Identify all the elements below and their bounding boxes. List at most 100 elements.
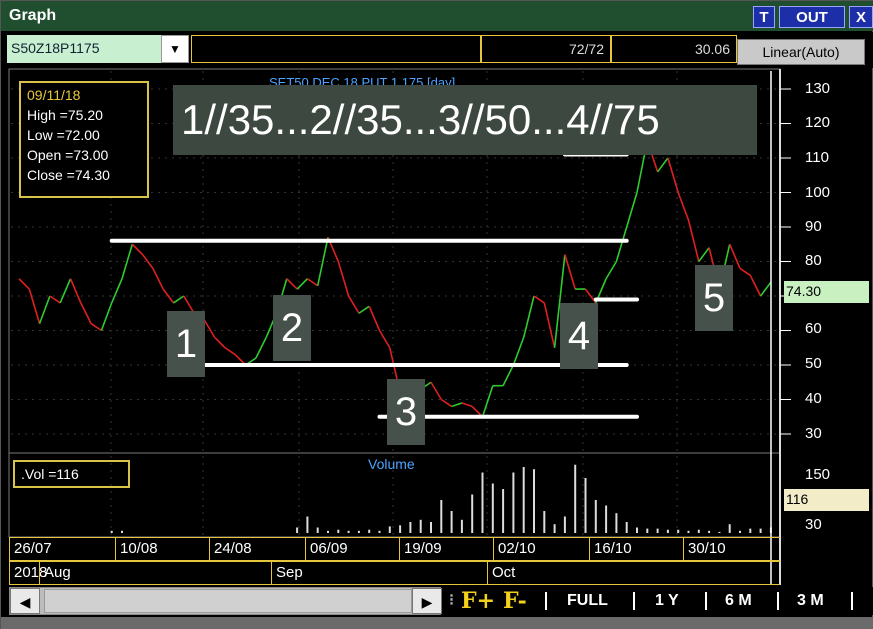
month-label: Oct — [487, 562, 707, 584]
price-segment — [90, 322, 102, 332]
price-segment — [100, 302, 113, 331]
price-segment — [69, 278, 82, 304]
price-segment — [358, 305, 370, 314]
price-segment — [543, 302, 556, 348]
price-segment — [28, 288, 41, 324]
info-low: Low =72.00 — [27, 127, 100, 143]
price-segment — [296, 278, 308, 290]
price-segment — [131, 243, 144, 256]
price-segment — [378, 330, 391, 349]
price-segment — [337, 261, 350, 297]
y-tick: 30 — [805, 516, 822, 533]
six-month-button[interactable]: 6 M — [725, 589, 752, 613]
scroll-left-button[interactable]: ◀ — [10, 588, 40, 614]
price-segment — [461, 402, 473, 408]
price-segment — [677, 192, 690, 221]
price-segment — [533, 295, 545, 304]
info-high: High =75.20 — [27, 107, 103, 123]
price-segment — [522, 295, 535, 338]
price-segment — [203, 319, 216, 338]
wave-label-5: 5 — [695, 265, 733, 331]
month-label: Aug — [39, 562, 271, 584]
wave-label-2: 2 — [273, 295, 311, 361]
y-tick: 130 — [805, 80, 831, 97]
date-tick: 19/09 — [399, 538, 493, 560]
price-segment — [739, 267, 751, 276]
date-tick: 30/10 — [683, 538, 777, 560]
wave-label-4: 4 — [560, 303, 598, 369]
arrow-right-icon: ▶ — [421, 594, 433, 610]
price-segment — [656, 157, 669, 173]
y-tick: 40 — [805, 390, 822, 407]
y-tick: 110 — [805, 149, 829, 166]
price-segment — [59, 278, 72, 304]
price-segment — [430, 381, 442, 400]
price-segment — [615, 226, 628, 262]
target-banner: 1//35...2//35...3//50...4//75 — [173, 85, 757, 155]
grip-icon: ⁝ — [449, 592, 455, 609]
date-tick: 02/10 — [493, 538, 587, 560]
price-segment — [347, 295, 360, 314]
zoom-out-button[interactable]: F- — [503, 589, 527, 613]
info-close: Close =74.30 — [27, 167, 110, 183]
ohlc-info-box: 09/11/18 High =75.20 Low =72.00 Open =73… — [19, 81, 149, 198]
price-segment — [512, 337, 525, 366]
price-segment — [173, 295, 185, 304]
price-segment — [451, 402, 463, 408]
horizontal-scrollbar[interactable]: ◀ ▶ — [9, 587, 442, 615]
price-segment — [306, 278, 319, 287]
arrow-left-icon: ◀ — [19, 594, 31, 610]
price-segment — [152, 268, 164, 290]
y-tick: 150 — [805, 466, 831, 483]
full-range-button[interactable]: FULL — [567, 589, 608, 613]
price-segment — [286, 278, 298, 290]
divider — [633, 592, 635, 610]
date-axis: 26/07 10/08 24/08 06/09 19/09 02/10 16/1… — [9, 537, 780, 561]
one-year-button[interactable]: 1 Y — [655, 589, 679, 613]
price-segment — [255, 337, 267, 359]
wave-label-3: 3 — [387, 379, 425, 445]
status-strip — [1, 617, 873, 629]
graph-window: Graph T OUT X S50Z18P1175 ▼ 72/72 30.06 … — [0, 0, 873, 629]
wave-label-1: 1 — [167, 311, 205, 377]
scroll-thumb[interactable] — [44, 589, 412, 613]
y-tick: 80 — [805, 252, 822, 269]
price-segment — [502, 364, 515, 387]
price-segment — [584, 288, 597, 304]
y-tick: 50 — [805, 355, 822, 372]
zoom-in-button[interactable]: F+ — [461, 589, 495, 613]
price-segment — [214, 336, 226, 349]
divider — [545, 592, 547, 610]
y-tick: 30 — [805, 425, 822, 442]
price-segment — [698, 247, 710, 262]
divider — [777, 592, 779, 610]
price-segment — [18, 278, 30, 290]
date-tick: 10/08 — [115, 538, 209, 560]
date-tick: 16/10 — [589, 538, 683, 560]
volume-info-box: .Vol =116 — [13, 460, 130, 488]
price-segment — [38, 295, 51, 324]
info-date: 09/11/18 — [27, 87, 81, 103]
price-segment — [759, 281, 772, 297]
price-segment — [625, 192, 638, 228]
y-tick: 120 — [805, 114, 831, 131]
month-label: Sep — [271, 562, 487, 584]
month-axis: 2018 Aug Sep Oct — [9, 561, 780, 585]
current-price-tag: 74.30 — [784, 281, 869, 303]
price-segment — [80, 302, 92, 324]
divider — [705, 592, 707, 610]
scroll-right-button[interactable]: ▶ — [412, 588, 442, 614]
divider — [851, 592, 853, 610]
price-segment — [368, 306, 381, 331]
three-month-button[interactable]: 3 M — [797, 589, 824, 613]
y-tick: 60 — [805, 320, 822, 337]
price-segment — [481, 385, 494, 418]
price-segment — [605, 261, 618, 280]
price-segment — [110, 278, 123, 304]
y-tick: 100 — [805, 184, 831, 201]
price-segment — [687, 219, 700, 262]
price-segment — [564, 254, 576, 290]
info-open: Open =73.00 — [27, 147, 109, 163]
zoom-bar: ⁝ F+ F- FULL 1 Y 6 M 3 M — [447, 587, 873, 615]
date-tick: 06/09 — [305, 538, 399, 560]
